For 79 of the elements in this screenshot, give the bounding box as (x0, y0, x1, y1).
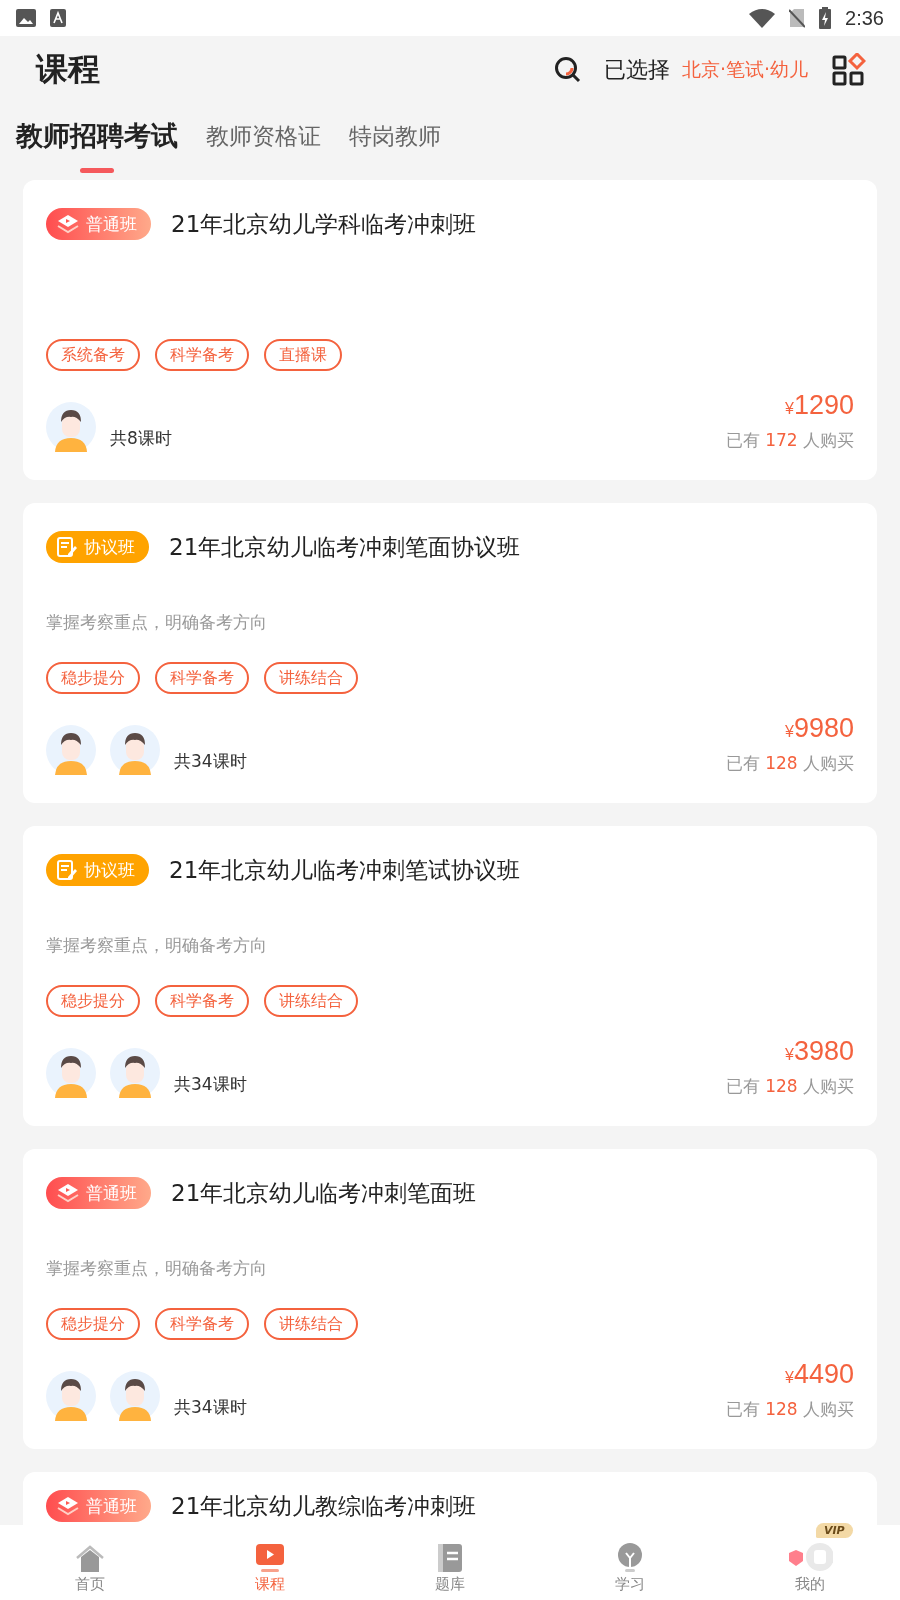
selected-filter[interactable]: 北京·笔试·幼儿 (681, 57, 808, 83)
document-pen-icon (56, 859, 78, 881)
course-tag: 科学备考 (155, 985, 249, 1017)
selected-label: 已选择 (603, 56, 670, 84)
class-type-badge: 协议班 (46, 854, 149, 886)
wifi-icon (749, 8, 776, 28)
page-title: 课程 (36, 49, 100, 90)
course-title: 21年北京幼儿临考冲刺笔面协议班 (169, 532, 521, 562)
buyer-count: 已有 128 人购买 (725, 752, 854, 775)
search-icon[interactable] (553, 56, 582, 84)
teacher-avatar (46, 725, 96, 775)
lesson-count: 共34课时 (174, 1073, 247, 1096)
course-tag: 系统备考 (46, 339, 140, 371)
course-tag: 讲练结合 (264, 1308, 358, 1340)
lesson-count: 共34课时 (174, 1396, 247, 1419)
lesson-count: 共34课时 (174, 750, 247, 773)
nav-tab[interactable]: 首页 (0, 1525, 180, 1600)
teacher-avatar (46, 1048, 96, 1098)
course-tag: 稳步提分 (46, 985, 140, 1017)
course-price: ¥1290 (785, 390, 854, 421)
buyer-count: 已有 128 人购买 (725, 1398, 854, 1421)
no-sim-icon (789, 8, 806, 28)
course-title: 21年北京幼儿临考冲刺笔面班 (171, 1178, 477, 1208)
buyer-count: 已有 128 人购买 (725, 1075, 854, 1098)
category-tab[interactable]: 教师资格证 (206, 118, 321, 152)
vip-badge: VIP (816, 1523, 853, 1538)
course-card[interactable]: 协议班 21年北京幼儿临考冲刺笔试协议班 掌握考察重点，明确备考方向 稳步提分 科学备考 讲练结合 共34课时 ¥3980 已有 128 人购买 (23, 826, 877, 1126)
course-tag: 直播课 (264, 339, 342, 371)
book-icon (437, 1543, 463, 1573)
text-icon (50, 9, 66, 27)
battery-charging-icon (819, 7, 832, 29)
buyer-count: 已有 172 人购买 (725, 429, 854, 452)
course-tag: 稳步提分 (46, 1308, 140, 1340)
course-card[interactable]: 普通班 21年北京幼儿临考冲刺笔面班 掌握考察重点，明确备考方向 稳步提分 科学备考 讲练结合 共34课时 ¥4490 已有 128 人购买 (23, 1149, 877, 1449)
class-type-badge: 普通班 (46, 208, 151, 240)
course-subtitle: 掌握考察重点，明确备考方向 (46, 611, 267, 634)
teacher-avatar (46, 402, 96, 452)
course-price: ¥9980 (785, 713, 854, 744)
nav-tab[interactable]: VIP 我的 (720, 1525, 900, 1600)
class-type-badge: 普通班 (46, 1177, 151, 1209)
class-type-badge: 协议班 (46, 531, 149, 563)
category-tab[interactable]: 特岗教师 (349, 118, 441, 152)
course-tag: 稳步提分 (46, 662, 140, 694)
lesson-count: 共8课时 (110, 427, 172, 450)
course-title: 21年北京幼儿学科临考冲刺班 (171, 209, 477, 239)
course-card[interactable]: 普通班 21年北京幼儿学科临考冲刺班 系统备考 科学备考 直播课 共8课时 ¥1290 已有 172 人购买 (23, 180, 877, 480)
nav-tab[interactable]: 课程 (180, 1525, 360, 1600)
lightbulb-icon (617, 1543, 643, 1573)
course-card[interactable]: 普通班 21年北京幼儿教综临考冲刺班 (23, 1472, 877, 1525)
course-price: ¥3980 (785, 1036, 854, 1067)
document-pen-icon (56, 536, 78, 558)
course-price: ¥4490 (785, 1359, 854, 1390)
course-tag: 讲练结合 (264, 985, 358, 1017)
layers-play-icon (56, 1495, 80, 1517)
course-tag: 科学备考 (155, 662, 249, 694)
course-tag: 讲练结合 (264, 662, 358, 694)
teacher-avatar (110, 725, 160, 775)
course-subtitle: 掌握考察重点，明确备考方向 (46, 934, 267, 957)
teacher-avatar (46, 1371, 96, 1421)
nav-tab[interactable]: 学习 (540, 1525, 720, 1600)
profile-icon (787, 1541, 833, 1573)
layers-play-icon (56, 213, 80, 235)
status-time: 2:36 (845, 6, 884, 30)
nav-tab[interactable]: 题库 (360, 1525, 540, 1600)
course-tag: 科学备考 (155, 1308, 249, 1340)
course-subtitle: 掌握考察重点，明确备考方向 (46, 1257, 267, 1280)
play-screen-icon (255, 1543, 285, 1573)
teacher-avatar (110, 1048, 160, 1098)
image-icon (16, 9, 36, 27)
course-title: 21年北京幼儿临考冲刺笔试协议班 (169, 855, 521, 885)
layers-play-icon (56, 1182, 80, 1204)
category-grid-icon[interactable] (832, 53, 866, 87)
course-card[interactable]: 协议班 21年北京幼儿临考冲刺笔面协议班 掌握考察重点，明确备考方向 稳步提分 科学备考 讲练结合 共34课时 ¥9980 已有 128 人购买 (23, 503, 877, 803)
class-type-badge: 普通班 (46, 1490, 151, 1522)
course-title: 21年北京幼儿教综临考冲刺班 (171, 1491, 477, 1521)
home-icon (75, 1545, 105, 1573)
category-tab[interactable]: 教师招聘考试 (16, 118, 178, 173)
course-tag: 科学备考 (155, 339, 249, 371)
teacher-avatar (110, 1371, 160, 1421)
